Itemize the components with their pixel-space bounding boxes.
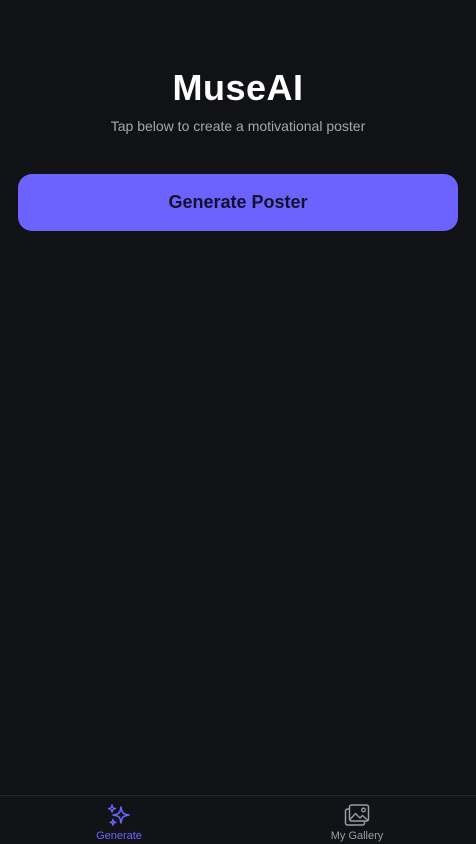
tab-generate[interactable]: Generate (0, 796, 238, 844)
app-title: MuseAI (172, 67, 304, 108)
subtitle: Tap below to create a motivational poste… (110, 118, 366, 134)
tab-my-gallery-label: My Gallery (330, 830, 384, 842)
gallery-icon (344, 804, 370, 826)
bottom-tab-bar: Generate My Gallery (0, 795, 476, 844)
app-screen: MuseAI Tap below to create a motivationa… (0, 0, 476, 844)
tab-my-gallery[interactable]: My Gallery (238, 796, 476, 844)
sparkles-icon (107, 804, 130, 826)
tab-generate-label: Generate (96, 830, 142, 842)
generate-poster-button[interactable]: Generate Poster (18, 174, 458, 231)
